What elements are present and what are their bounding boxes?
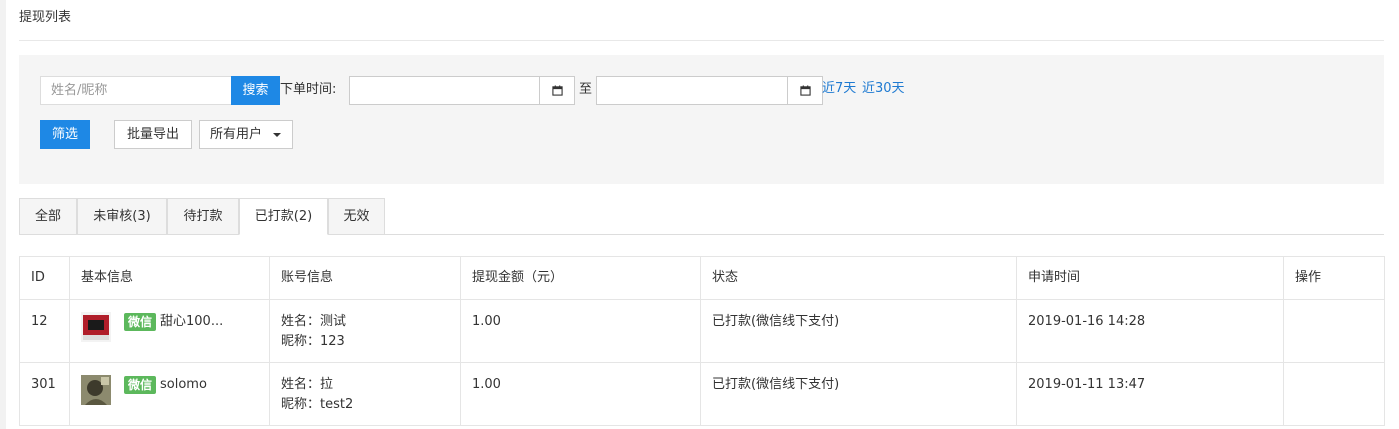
row-status: 已打款(微信线下支付) bbox=[700, 362, 1017, 426]
page: 提现列表 姓名/昵称 搜索 下单时间: 至 近7天 近30天 筛选 批量导出 所… bbox=[0, 0, 1399, 429]
column-header-apply-time: 申请时间 bbox=[1016, 256, 1284, 300]
status-tabs: 全部 未审核(3) 待打款 已打款(2) 无效 bbox=[19, 198, 1384, 235]
row-account-info: 姓名：测试 昵称：123 bbox=[269, 299, 461, 363]
row-apply-time: 2019-01-11 13:47 bbox=[1016, 362, 1284, 426]
column-header-amount: 提现金额（元） bbox=[460, 256, 701, 300]
user-type-value: 所有用户 bbox=[210, 127, 263, 142]
user-type-dropdown[interactable]: 所有用户 bbox=[199, 120, 293, 149]
row-basic-info: 微信 solomo bbox=[69, 362, 270, 426]
row-status: 已打款(微信线下支付) bbox=[700, 299, 1017, 363]
withdrawal-table: ID 基本信息 账号信息 提现金额（元） 状态 申请时间 操作 12 微信 甜心… bbox=[19, 256, 1385, 426]
row-basic-info: 微信 甜心100... bbox=[69, 299, 270, 363]
column-header-basic-info: 基本信息 bbox=[69, 256, 270, 300]
row-apply-time: 2019-01-16 14:28 bbox=[1016, 299, 1284, 363]
column-header-id: ID bbox=[19, 256, 70, 300]
avatar bbox=[81, 312, 111, 342]
row-id: 12 bbox=[19, 299, 70, 363]
row-actions bbox=[1283, 362, 1385, 426]
account-name: 姓名：测试 bbox=[281, 314, 347, 329]
row-account-info: 姓名：拉 昵称：test2 bbox=[269, 362, 461, 426]
caret-down-icon bbox=[273, 133, 281, 137]
last-7-days-link[interactable]: 近7天 bbox=[822, 77, 856, 96]
tab-invalid[interactable]: 无效 bbox=[328, 198, 385, 235]
account-nickname: 昵称：test2 bbox=[281, 397, 354, 412]
page-title: 提现列表 bbox=[19, 10, 72, 25]
filter-button[interactable]: 筛选 bbox=[40, 120, 90, 149]
avatar bbox=[81, 375, 111, 405]
end-date-input[interactable] bbox=[596, 76, 823, 105]
filter-panel: 姓名/昵称 搜索 下单时间: 至 近7天 近30天 筛选 批量导出 所有用户 bbox=[19, 55, 1384, 184]
column-header-actions: 操作 bbox=[1283, 256, 1385, 300]
wechat-badge: 微信 bbox=[124, 313, 157, 331]
search-button[interactable]: 搜索 bbox=[231, 76, 280, 105]
column-header-account-info: 账号信息 bbox=[269, 256, 461, 300]
batch-export-button[interactable]: 批量导出 bbox=[114, 120, 192, 149]
row-amount: 1.00 bbox=[460, 362, 701, 426]
calendar-icon[interactable] bbox=[787, 77, 822, 104]
table-row: 301 微信 solomo 姓名：拉 昵称：test2 1.00 已打款(微信线… bbox=[19, 362, 1385, 426]
tab-paid[interactable]: 已打款(2) bbox=[239, 198, 328, 235]
tab-pending-payment[interactable]: 待打款 bbox=[167, 198, 239, 235]
to-label: 至 bbox=[579, 82, 593, 97]
tab-unreviewed[interactable]: 未审核(3) bbox=[77, 198, 167, 235]
row-amount: 1.00 bbox=[460, 299, 701, 363]
account-nickname: 昵称：123 bbox=[281, 334, 345, 349]
title-divider bbox=[19, 40, 1384, 41]
order-time-label: 下单时间: bbox=[280, 82, 337, 97]
table-row: 12 微信 甜心100... 姓名：测试 昵称：123 1.00 已打款(微信线… bbox=[19, 299, 1385, 363]
nickname: 甜心100... bbox=[160, 314, 224, 329]
last-30-days-link[interactable]: 近30天 bbox=[862, 77, 905, 96]
account-name: 姓名：拉 bbox=[281, 377, 334, 392]
start-date-input[interactable] bbox=[349, 76, 575, 105]
search-input[interactable]: 姓名/昵称 bbox=[40, 76, 232, 105]
wechat-badge: 微信 bbox=[124, 376, 157, 394]
row-actions bbox=[1283, 299, 1385, 363]
nickname: solomo bbox=[160, 377, 207, 392]
table-header-row: ID 基本信息 账号信息 提现金额（元） 状态 申请时间 操作 bbox=[19, 256, 1385, 300]
calendar-icon[interactable] bbox=[539, 77, 574, 104]
tab-all[interactable]: 全部 bbox=[19, 198, 77, 235]
left-strip bbox=[0, 0, 6, 429]
row-id: 301 bbox=[19, 362, 70, 426]
column-header-status: 状态 bbox=[700, 256, 1017, 300]
